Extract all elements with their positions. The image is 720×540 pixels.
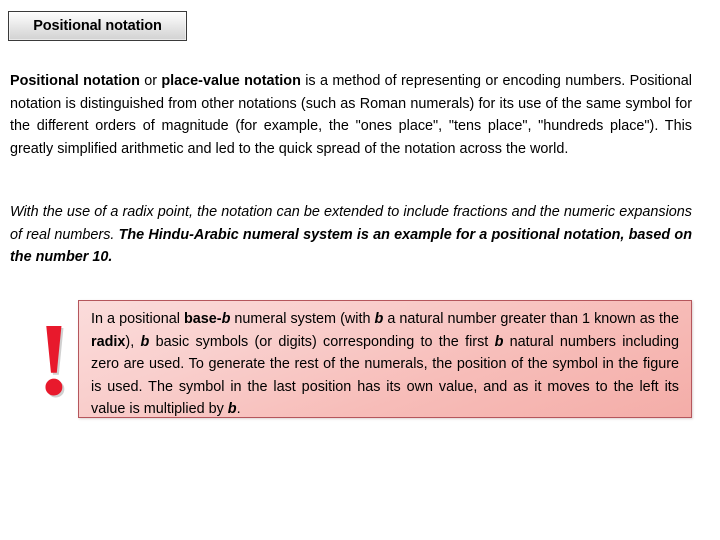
- main-paragraph-conjunction: or: [139, 73, 162, 89]
- callout-term-radix: radix: [91, 333, 126, 350]
- callout-seg-7: .: [236, 401, 241, 418]
- page-title: Positional notation: [33, 18, 162, 34]
- callout-seg-3: a natural number greater than 1 known as…: [383, 311, 679, 327]
- callout-region: ! In a positional base-b numeral system …: [30, 296, 692, 418]
- callout-var-b-2: b: [374, 311, 384, 327]
- callout-var-b-3: b: [140, 333, 150, 350]
- main-paragraph-term-primary: Positional notation: [10, 73, 140, 89]
- callout-term-base: base-: [183, 311, 222, 327]
- callout-var-b-5: b: [227, 401, 237, 418]
- exclamation-mark-icon: !: [36, 302, 72, 417]
- callout-seg-5: basic symbols (or digits) corresponding …: [149, 333, 495, 350]
- main-paragraph-term-secondary: place-value notation: [161, 73, 301, 89]
- main-paragraph: Positional notation or place-value notat…: [10, 70, 692, 160]
- italic-paragraph: With the use of a radix point, the notat…: [10, 201, 692, 269]
- slide-title-box: Positional notation: [8, 11, 187, 41]
- callout-box: In a positional base-b numeral system (w…: [78, 300, 692, 418]
- callout-text: In a positional base-b numeral system (w…: [91, 308, 679, 421]
- callout-seg-4: ),: [125, 333, 141, 350]
- callout-seg-2: numeral system (with: [230, 311, 375, 327]
- callout-seg-1: In a positional: [91, 311, 184, 327]
